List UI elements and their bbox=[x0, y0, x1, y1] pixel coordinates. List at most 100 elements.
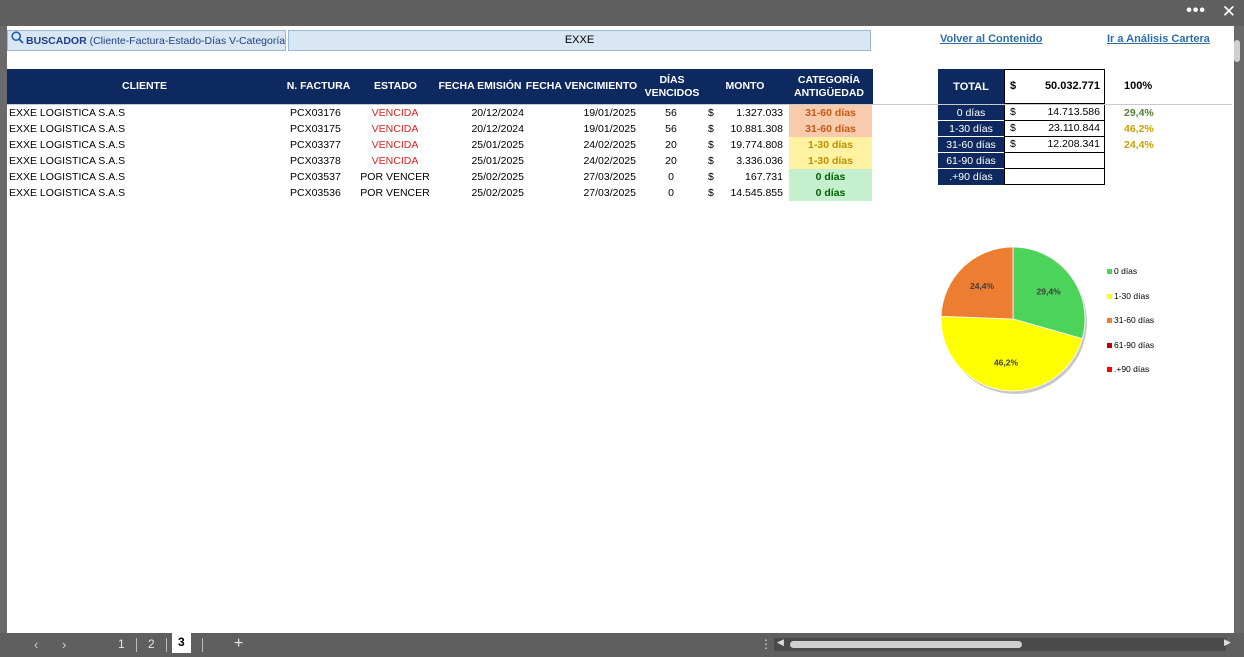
search-input[interactable]: EXXE bbox=[288, 30, 871, 51]
summary-value: 23.110.844 bbox=[1048, 122, 1100, 134]
cell-vencimiento[interactable]: 27/03/2025 bbox=[528, 185, 636, 201]
legend-item: 31-60 días bbox=[1107, 315, 1154, 340]
cell-emision[interactable]: 25/01/2025 bbox=[440, 137, 524, 153]
cell-estado[interactable]: VENCIDA bbox=[360, 105, 430, 121]
cell-vencimiento[interactable]: 27/03/2025 bbox=[528, 169, 636, 185]
search-label: BUSCADOR (Cliente-Factura-Estado-Días V-… bbox=[7, 30, 286, 51]
cell-monto[interactable]: 19.774.808 bbox=[718, 137, 783, 153]
cell-dias[interactable]: 20 bbox=[641, 153, 701, 169]
summary-value-cell[interactable]: $12.208.341 bbox=[1004, 137, 1105, 153]
scroll-right-icon[interactable]: ▶ bbox=[1224, 637, 1231, 648]
cell-emision[interactable]: 25/02/2025 bbox=[440, 169, 524, 185]
cell-categoria[interactable]: 31-60 días bbox=[789, 121, 872, 137]
cell-monto[interactable]: 1.327.033 bbox=[718, 105, 783, 121]
pie-data-label: 29,4% bbox=[1037, 286, 1062, 296]
vertical-scrollbar[interactable] bbox=[1234, 26, 1244, 633]
cell-emision[interactable]: 25/02/2025 bbox=[440, 185, 524, 201]
cell-categoria[interactable]: 31-60 días bbox=[789, 105, 872, 121]
cell-cliente[interactable]: EXXE LOGISTICA S.A.S bbox=[9, 185, 269, 201]
legend-swatch bbox=[1107, 293, 1112, 299]
scrollbar-resize-handle-icon[interactable]: ⋮ bbox=[760, 637, 772, 651]
summary-currency: $ bbox=[1010, 106, 1016, 118]
legend-label: 1-30 días bbox=[1114, 290, 1150, 301]
tab-separator bbox=[166, 638, 167, 652]
window-top-bar: ••• ✕ bbox=[0, 0, 1244, 26]
legend-item: .+90 días bbox=[1107, 364, 1154, 389]
cell-cliente[interactable]: EXXE LOGISTICA S.A.S bbox=[9, 169, 269, 185]
cell-factura[interactable]: PCX03378 bbox=[290, 153, 350, 169]
summary-value-cell[interactable] bbox=[1004, 153, 1105, 169]
cell-dias[interactable]: 56 bbox=[641, 121, 701, 137]
scroll-left-icon[interactable]: ◀ bbox=[777, 637, 784, 648]
cell-currency: $ bbox=[708, 171, 714, 183]
cell-vencimiento[interactable]: 24/02/2025 bbox=[528, 137, 636, 153]
pie-data-label: 46,2% bbox=[994, 357, 1019, 367]
cell-cliente[interactable]: EXXE LOGISTICA S.A.S bbox=[9, 121, 269, 137]
summary-value-cell[interactable] bbox=[1004, 169, 1105, 185]
search-icon[interactable] bbox=[11, 31, 24, 50]
cell-factura[interactable]: PCX03175 bbox=[290, 121, 350, 137]
header-factura: N. FACTURA bbox=[282, 69, 355, 104]
cell-estado[interactable]: POR VENCER bbox=[360, 169, 430, 185]
cell-estado[interactable]: VENCIDA bbox=[360, 153, 430, 169]
cell-emision[interactable]: 20/12/2024 bbox=[440, 121, 524, 137]
cell-vencimiento[interactable]: 24/02/2025 bbox=[528, 153, 636, 169]
summary-value-cell[interactable]: $14.713.586 bbox=[1004, 105, 1105, 121]
cell-dias[interactable]: 0 bbox=[641, 185, 701, 201]
cell-currency: $ bbox=[708, 187, 714, 199]
scroll-tabs-left-icon[interactable]: ‹ bbox=[34, 637, 38, 652]
cell-currency: $ bbox=[708, 123, 714, 135]
cell-cliente[interactable]: EXXE LOGISTICA S.A.S bbox=[9, 137, 269, 153]
cell-factura[interactable]: PCX03176 bbox=[290, 105, 350, 121]
scroll-tabs-right-icon[interactable]: › bbox=[62, 637, 66, 652]
cell-monto[interactable]: 3.336.036 bbox=[718, 153, 783, 169]
cell-dias[interactable]: 56 bbox=[641, 105, 701, 121]
cell-cliente[interactable]: EXXE LOGISTICA S.A.S bbox=[9, 105, 269, 121]
cell-categoria[interactable]: 0 días bbox=[789, 185, 872, 201]
summary-total-currency: $ bbox=[1010, 80, 1017, 92]
search-label-title: BUSCADOR bbox=[26, 34, 87, 47]
cell-estado[interactable]: VENCIDA bbox=[360, 137, 430, 153]
sheet-tab-3[interactable]: 3 bbox=[172, 633, 191, 653]
legend-swatch bbox=[1107, 269, 1112, 275]
cell-categoria[interactable]: 0 días bbox=[789, 169, 872, 185]
cell-emision[interactable]: 25/01/2025 bbox=[440, 153, 524, 169]
cell-monto[interactable]: 10.881.308 bbox=[718, 121, 783, 137]
horizontal-scrollbar-thumb[interactable] bbox=[790, 641, 1022, 648]
back-to-contents-link[interactable]: Volver al Contenido bbox=[940, 33, 1042, 45]
go-to-portfolio-analysis-link[interactable]: Ir a Análisis Cartera bbox=[1107, 33, 1210, 45]
summary-total-pct: 100% bbox=[1124, 80, 1153, 92]
more-options-icon[interactable]: ••• bbox=[1186, 2, 1206, 20]
cell-categoria[interactable]: 1-30 días bbox=[789, 153, 872, 169]
vertical-scrollbar-thumb[interactable] bbox=[1234, 40, 1240, 62]
cell-estado[interactable]: VENCIDA bbox=[360, 121, 430, 137]
cell-cliente[interactable]: EXXE LOGISTICA S.A.S bbox=[9, 153, 269, 169]
cell-emision[interactable]: 20/12/2024 bbox=[440, 105, 524, 121]
cell-factura[interactable]: PCX03377 bbox=[290, 137, 350, 153]
legend-item: 0 días bbox=[1107, 266, 1154, 291]
add-sheet-icon[interactable]: + bbox=[234, 635, 243, 653]
cell-monto[interactable]: 14.545.855 bbox=[718, 185, 783, 201]
sheet-tab-1[interactable]: 1 bbox=[118, 637, 125, 651]
cell-vencimiento[interactable]: 19/01/2025 bbox=[528, 121, 636, 137]
summary-total-value-cell[interactable]: $ 50.032.771 bbox=[1004, 69, 1105, 104]
summary-pct: 46,2% bbox=[1124, 123, 1154, 135]
summary-currency: $ bbox=[1010, 138, 1016, 150]
cell-monto[interactable]: 167.731 bbox=[718, 169, 783, 185]
cell-estado[interactable]: POR VENCER bbox=[360, 185, 430, 201]
cell-dias[interactable]: 0 bbox=[641, 169, 701, 185]
tab-separator bbox=[136, 638, 137, 652]
close-icon[interactable]: ✕ bbox=[1222, 2, 1236, 22]
cell-categoria[interactable]: 1-30 días bbox=[789, 137, 872, 153]
cell-dias[interactable]: 20 bbox=[641, 137, 701, 153]
cell-vencimiento[interactable]: 19/01/2025 bbox=[528, 105, 636, 121]
cell-factura[interactable]: PCX03536 bbox=[290, 185, 350, 201]
cell-factura[interactable]: PCX03537 bbox=[290, 169, 350, 185]
summary-label: 61-90 días bbox=[938, 153, 1004, 169]
legend-item: 61-90 días bbox=[1107, 340, 1154, 365]
sheet-tab-2[interactable]: 2 bbox=[148, 637, 155, 651]
legend-label: 0 días bbox=[1114, 266, 1138, 276]
aging-pie-chart[interactable]: 29,4% 46,2% 24,4% bbox=[930, 236, 1090, 406]
summary-label: 1-30 días bbox=[938, 121, 1004, 137]
summary-value-cell[interactable]: $23.110.844 bbox=[1004, 121, 1105, 137]
